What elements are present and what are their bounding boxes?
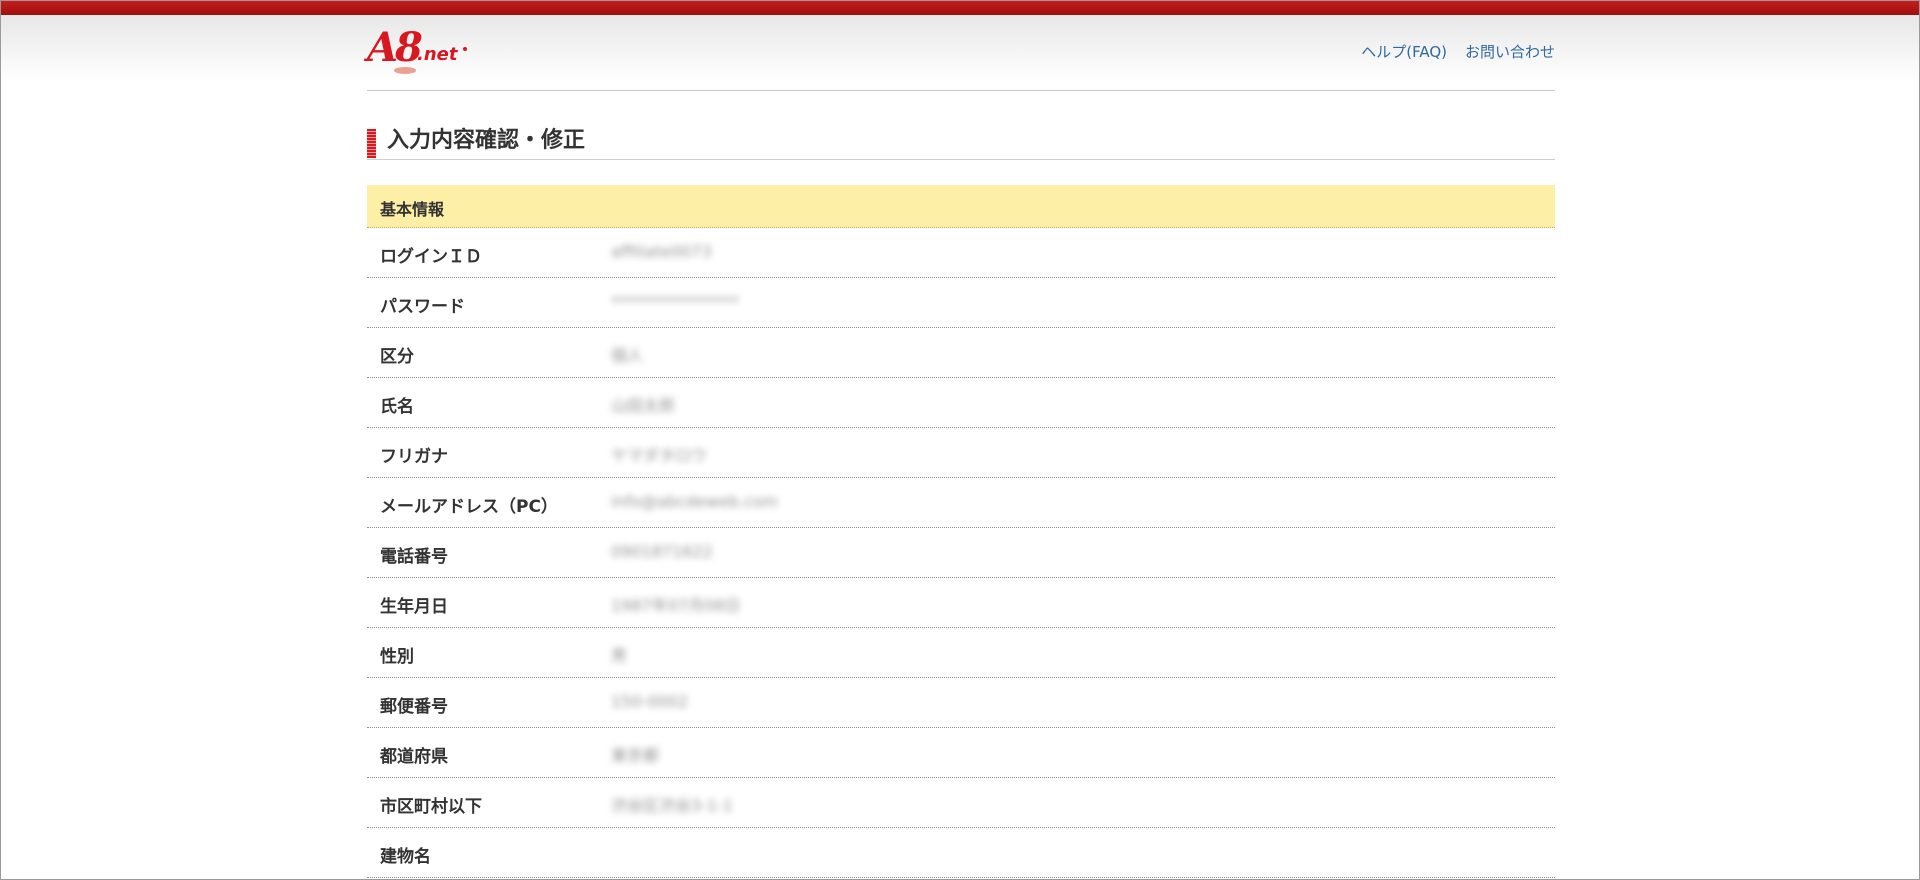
header-background bbox=[1, 15, 1919, 81]
row-value: 東京都 bbox=[611, 746, 660, 765]
header-divider bbox=[367, 90, 1555, 91]
logo-dot bbox=[463, 47, 467, 51]
contact-link[interactable]: お問い合わせ bbox=[1465, 41, 1555, 62]
table-row: メールアドレス（PC） info@abcdeweb.com bbox=[367, 478, 1555, 528]
logo-oval-icon bbox=[394, 67, 416, 74]
row-label: フリガナ bbox=[380, 447, 448, 467]
table-row: 都道府県 東京都 bbox=[367, 728, 1555, 778]
browser-viewport: A8 .net ヘルプ(FAQ) お問い合わせ 入力内容確認・修正 基本情報 ロ… bbox=[0, 0, 1920, 880]
table-row: 氏名 山田太郎 bbox=[367, 378, 1555, 428]
row-label: 性別 bbox=[380, 647, 414, 667]
row-label: 生年月日 bbox=[380, 597, 448, 617]
table-row: 市区町村以下 渋谷区渋谷3-1-1 bbox=[367, 778, 1555, 828]
row-value: affiliate0073 bbox=[611, 242, 712, 261]
row-value: 男 bbox=[611, 646, 628, 665]
table-row: ログインＩＤ affiliate0073 bbox=[367, 228, 1555, 278]
title-marker-icon bbox=[367, 129, 376, 158]
row-label: 郵便番号 bbox=[380, 697, 448, 717]
table-row: 建物名 bbox=[367, 828, 1555, 878]
row-label: 電話番号 bbox=[380, 547, 448, 567]
table-row: 電話番号 0901871622 bbox=[367, 528, 1555, 578]
a8net-logo[interactable]: A8 .net bbox=[367, 27, 471, 77]
row-label: ログインＩＤ bbox=[380, 247, 482, 267]
row-label: 市区町村以下 bbox=[380, 797, 482, 817]
row-value: 1987年07月08日 bbox=[611, 596, 741, 615]
section-header: 基本情報 bbox=[367, 185, 1555, 228]
row-value: 150-0002 bbox=[611, 692, 689, 711]
section-title: 基本情報 bbox=[380, 200, 445, 219]
row-label: 都道府県 bbox=[380, 747, 448, 767]
row-label: 建物名 bbox=[380, 847, 431, 867]
row-value: info@abcdeweb.com bbox=[611, 492, 779, 511]
table-row: 性別 男 bbox=[367, 628, 1555, 678]
row-label: メールアドレス（PC） bbox=[380, 497, 558, 517]
logo-text: A8 bbox=[367, 24, 423, 71]
table-row: 生年月日 1987年07月08日 bbox=[367, 578, 1555, 628]
row-value: **************** bbox=[611, 292, 739, 311]
table-row: 郵便番号 150-0002 bbox=[367, 678, 1555, 728]
table-row: 区分 個人 bbox=[367, 328, 1555, 378]
row-value: 渋谷区渋谷3-1-1 bbox=[611, 796, 734, 815]
header-links: ヘルプ(FAQ) お問い合わせ bbox=[1361, 41, 1555, 62]
row-label: 区分 bbox=[380, 347, 414, 367]
row-value: 個人 bbox=[611, 346, 644, 365]
row-value: 山田太郎 bbox=[611, 396, 676, 415]
page-title: 入力内容確認・修正 bbox=[387, 128, 586, 153]
logo-suffix: .net bbox=[417, 44, 458, 65]
row-label: 氏名 bbox=[380, 397, 414, 417]
table-row: パスワード **************** bbox=[367, 278, 1555, 328]
row-value: ヤマダタロウ bbox=[611, 446, 708, 465]
table-row: フリガナ ヤマダタロウ bbox=[367, 428, 1555, 478]
info-table: ログインＩＤ affiliate0073 パスワード *************… bbox=[367, 228, 1555, 878]
help-faq-link[interactable]: ヘルプ(FAQ) bbox=[1361, 41, 1447, 62]
row-value: 0901871622 bbox=[611, 542, 713, 561]
top-red-bar bbox=[1, 1, 1919, 15]
page-title-bar: 入力内容確認・修正 bbox=[367, 127, 1555, 160]
row-label: パスワード bbox=[380, 297, 465, 317]
